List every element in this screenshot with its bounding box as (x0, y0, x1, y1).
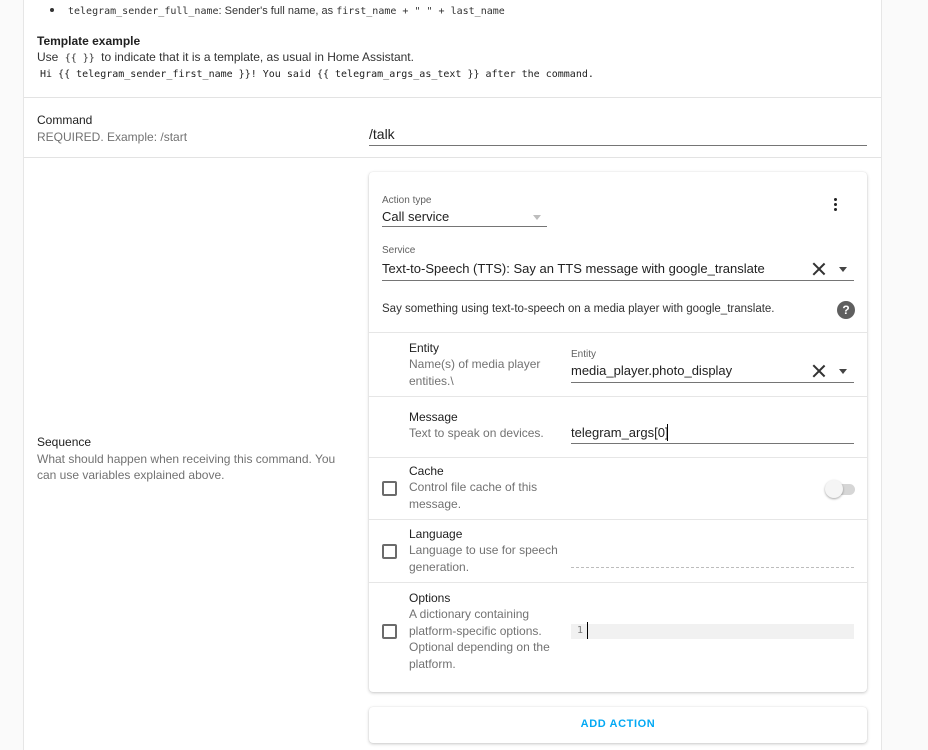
variable-expr-a: first_name (336, 6, 397, 17)
message-title: Message (409, 410, 458, 424)
variable-desc: : Sender's full name, as (218, 5, 337, 17)
language-checkbox[interactable] (382, 544, 397, 559)
sequence-title: Sequence (37, 435, 92, 449)
options-desc: A dictionary containing platform-specifi… (409, 607, 550, 671)
language-desc: Language to use for speech generation. (409, 543, 558, 574)
cache-title: Cache (409, 464, 444, 478)
command-input[interactable]: /talk (369, 124, 867, 146)
chevron-down-icon[interactable] (839, 369, 847, 374)
cache-toggle-knob[interactable] (825, 480, 843, 498)
options-code-editor[interactable] (571, 624, 854, 639)
template-title: Template example (37, 34, 141, 48)
divider (369, 457, 867, 458)
options-checkbox[interactable] (382, 624, 397, 639)
code-cursor (587, 622, 588, 639)
entity-desc: Name(s) of media player entities.\ (409, 357, 541, 388)
message-desc: Text to speak on devices. (409, 426, 544, 440)
entity-input[interactable]: media_player.photo_display (571, 363, 732, 378)
divider (24, 97, 881, 98)
options-title: Options (409, 591, 451, 605)
service-description: Say something using text-to-speech on a … (382, 303, 775, 315)
action-type-label: Action type (382, 195, 432, 206)
template-desc-before: Use (37, 50, 62, 64)
help-circle-icon[interactable]: ? (837, 301, 855, 319)
entity-underline (571, 382, 854, 383)
action-type-select[interactable]: Call service (382, 209, 449, 224)
add-action-button[interactable]: ADD ACTION (369, 707, 867, 743)
chevron-down-icon[interactable] (839, 267, 847, 272)
entity-input-label: Entity (571, 349, 597, 360)
chevron-down-icon[interactable] (533, 215, 541, 220)
close-icon[interactable] (812, 364, 826, 378)
service-underline (382, 280, 854, 281)
code-line-number: 1 (577, 625, 584, 636)
variable-expr-c: last_name (450, 6, 505, 17)
cache-desc: Control file cache of this message. (409, 480, 538, 511)
language-input[interactable] (571, 567, 854, 568)
sequence-desc: What should happen when receiving this c… (37, 452, 336, 482)
template-desc-after: to indicate that it is a template, as us… (97, 50, 414, 64)
message-underline (571, 443, 854, 444)
add-action-card: ADD ACTION (369, 707, 867, 743)
command-desc: REQUIRED. Example: /start (37, 130, 188, 144)
divider (369, 396, 867, 397)
divider (369, 519, 867, 520)
variable-name: telegram_sender_full_name (68, 6, 219, 17)
service-label: Service (382, 245, 416, 256)
divider (369, 332, 867, 333)
divider (369, 582, 867, 583)
command-title: Command (37, 113, 93, 127)
template-desc: Use {{ }} to indicate that it is a templ… (37, 50, 414, 64)
action-card: Action type Call service Service Text-to… (369, 172, 867, 692)
kebab-menu-icon[interactable] (830, 198, 840, 214)
message-input[interactable]: telegram_args[0] (571, 425, 669, 440)
variable-expr-b: + " " + (396, 6, 451, 17)
entity-title: Entity (409, 341, 440, 355)
action-type-underline (382, 226, 547, 227)
text-cursor (667, 424, 668, 441)
cache-checkbox[interactable] (382, 481, 397, 496)
service-select[interactable]: Text-to-Speech (TTS): Say an TTS message… (382, 261, 765, 276)
bullet-icon (50, 8, 54, 13)
variable-item: telegram_sender_full_name: Sender's full… (50, 5, 505, 17)
close-icon[interactable] (812, 262, 826, 276)
divider (24, 157, 881, 158)
template-desc-code: {{ }} (64, 53, 95, 64)
language-title: Language (409, 527, 463, 541)
template-example-code: Hi {{ telegram_sender_first_name }}! You… (40, 69, 594, 80)
